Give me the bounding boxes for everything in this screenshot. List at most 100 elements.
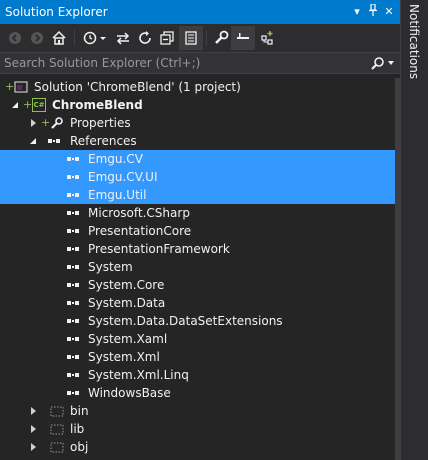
reference-label: PresentationCore	[88, 224, 192, 238]
assembly-reference-icon	[67, 319, 79, 323]
properties-icon	[215, 30, 229, 44]
reference-label: Emgu.Util	[88, 188, 147, 202]
assembly-reference-icon	[67, 229, 79, 233]
close-button[interactable]: ✕	[382, 4, 396, 20]
reference-item[interactable]: PresentationCore	[0, 222, 400, 240]
notifications-tab[interactable]: Notifications	[407, 4, 421, 79]
refresh-button[interactable]	[134, 27, 156, 49]
new-solution-explorer-view-button[interactable]	[256, 27, 278, 49]
home-icon	[52, 30, 66, 45]
search-icon	[371, 57, 384, 70]
sync-icon	[116, 32, 130, 45]
solution-explorer-panel: Solution Explorer ▾ ✕ Search Solution Ex…	[0, 0, 400, 460]
references-icon	[48, 139, 60, 143]
forward-icon	[31, 32, 43, 44]
back-icon	[9, 32, 21, 44]
reference-label: System	[88, 260, 133, 274]
reference-item[interactable]: Emgu.Util	[0, 186, 400, 204]
folder-label: obj	[70, 440, 89, 454]
side-tab-strip: Notifications	[400, 0, 428, 460]
solution-icon	[14, 81, 28, 93]
history-icon	[83, 31, 106, 45]
hidden-folder-icon	[50, 406, 64, 417]
folder-item[interactable]: obj	[0, 438, 400, 456]
collapsed-arrow-icon[interactable]	[31, 425, 36, 433]
search-options-dropdown[interactable]	[388, 61, 394, 65]
search-input[interactable]	[4, 54, 364, 72]
tree-item-references[interactable]: References	[0, 132, 400, 150]
assembly-reference-icon	[67, 301, 79, 305]
reference-item[interactable]: System.Xaml	[0, 330, 400, 348]
assembly-reference-icon	[67, 193, 79, 197]
folder-item[interactable]: lib	[0, 420, 400, 438]
reference-label: Microsoft.CSharp	[88, 206, 190, 220]
collapse-all-icon	[160, 31, 174, 45]
sync-with-active-document-button[interactable]	[112, 27, 134, 49]
reference-item[interactable]: System.Xml	[0, 348, 400, 366]
auto-hide-pin-button[interactable]	[366, 3, 380, 20]
hidden-folder-icon	[50, 424, 64, 435]
reference-label: System.Data	[88, 296, 166, 310]
folder-label: lib	[70, 422, 85, 436]
collapse-all-button[interactable]	[156, 27, 178, 49]
tree-item-project[interactable]: + C# ChromeBlend	[0, 96, 400, 114]
home-button[interactable]	[48, 27, 70, 49]
panel-title: Solution Explorer	[5, 5, 108, 19]
pending-add-icon: +	[41, 116, 51, 129]
assembly-reference-icon	[67, 337, 79, 341]
pending-changes-filter-button[interactable]	[80, 27, 110, 49]
tree-item-solution[interactable]: + Solution 'ChromeBlend' (1 project)	[0, 78, 400, 96]
title-bar: Solution Explorer ▾ ✕	[0, 0, 400, 24]
reference-label: PresentationFramework	[88, 242, 230, 256]
folder-label: bin	[70, 404, 89, 418]
project-label: ChromeBlend	[52, 98, 143, 112]
pending-add-icon: +	[23, 98, 33, 111]
collapsed-arrow-icon[interactable]	[31, 407, 36, 415]
back-button[interactable]	[4, 27, 26, 49]
pin-icon	[369, 3, 377, 16]
search-button[interactable]	[371, 56, 385, 73]
reference-item[interactable]: Microsoft.CSharp	[0, 204, 400, 222]
reference-item[interactable]: System.Data.DataSetExtensions	[0, 312, 400, 330]
folders-list: bin lib obj	[0, 402, 400, 456]
assembly-reference-icon	[67, 211, 79, 215]
reference-item[interactable]: System.Xml.Linq	[0, 366, 400, 384]
assembly-reference-icon	[67, 175, 79, 179]
folder-item[interactable]: bin	[0, 402, 400, 420]
show-all-files-button[interactable]	[179, 26, 203, 50]
preview-selected-items-button[interactable]	[231, 26, 255, 50]
reference-label: Emgu.CV.UI	[88, 170, 158, 184]
assembly-reference-icon	[67, 283, 79, 287]
reference-item[interactable]: System	[0, 258, 400, 276]
references-label: References	[70, 134, 137, 148]
tree-item-properties[interactable]: + Properties	[0, 114, 400, 132]
assembly-reference-icon	[67, 391, 79, 395]
collapsed-arrow-icon[interactable]	[31, 443, 36, 451]
reference-label: System.Xml	[88, 350, 160, 364]
preview-icon	[237, 33, 249, 39]
expanded-arrow-icon[interactable]	[12, 102, 18, 108]
new-view-icon	[261, 31, 273, 45]
toolbar-separator	[74, 30, 75, 46]
toolbar	[0, 24, 400, 52]
forward-button[interactable]	[26, 27, 48, 49]
reference-item[interactable]: WindowsBase	[0, 384, 400, 402]
collapsed-arrow-icon[interactable]	[31, 119, 36, 127]
reference-label: System.Data.DataSetExtensions	[88, 314, 283, 328]
window-position-dropdown-button[interactable]: ▾	[350, 4, 364, 20]
hidden-folder-icon	[50, 442, 64, 453]
reference-item[interactable]: Emgu.CV	[0, 150, 400, 168]
assembly-reference-icon	[67, 265, 79, 269]
reference-item[interactable]: Emgu.CV.UI	[0, 168, 400, 186]
expanded-arrow-icon[interactable]	[30, 138, 36, 144]
show-all-files-icon	[185, 31, 197, 45]
reference-item[interactable]: PresentationFramework	[0, 240, 400, 258]
reference-item[interactable]: System.Data	[0, 294, 400, 312]
assembly-reference-icon	[67, 355, 79, 359]
references-list: Emgu.CV Emgu.CV.UI Emgu.Util Microsoft.CSha…	[0, 150, 400, 402]
properties-button[interactable]	[210, 27, 232, 49]
reference-label: System.Core	[88, 278, 165, 292]
solution-tree: + Solution 'ChromeBlend' (1 project) + C…	[0, 78, 400, 456]
reference-item[interactable]: System.Core	[0, 276, 400, 294]
assembly-reference-icon	[67, 373, 79, 377]
